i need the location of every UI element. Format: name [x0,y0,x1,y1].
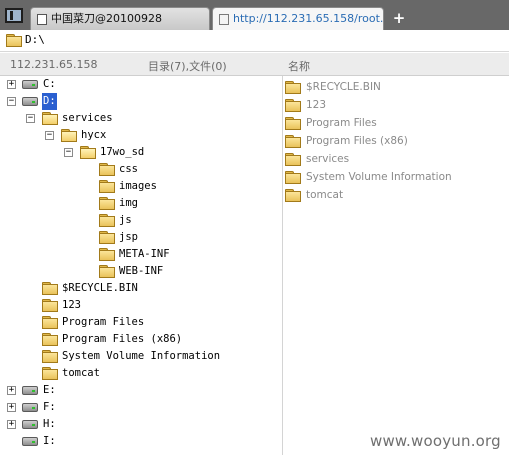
folder-icon [285,189,301,202]
tree-item-label: css [119,163,138,175]
name-column-header[interactable]: 名称 [288,58,310,74]
expand-icon[interactable]: + [7,403,16,412]
path-input[interactable]: D:\ [25,33,45,46]
collapse-icon[interactable]: − [7,97,16,106]
folder-icon [285,135,301,148]
new-tab-button[interactable]: + [388,8,410,28]
tree-item-label: Program Files (x86) [62,333,183,345]
tree-item-label: Program Files [62,316,145,328]
drive-icon [22,437,38,446]
folder-icon [42,333,58,346]
server-ip: 112.231.65.158 [10,58,98,71]
tree-item-label: System Volume Information [62,350,221,362]
collapse-icon[interactable]: − [26,114,35,123]
folder-open-icon [61,129,77,142]
folder-icon [42,316,58,329]
tree-item-label: 123 [62,299,81,311]
folder-icon [99,248,115,261]
list-item[interactable]: 123 [283,96,509,114]
collapse-icon[interactable]: − [64,148,73,157]
tree-item-label: F: [43,401,56,413]
expand-icon[interactable]: + [7,80,16,89]
list-item-label: Program Files [306,117,377,129]
document-icon [219,13,229,25]
tab-root-jsp-label: http://112.231.65.158/root.jsp [233,12,384,25]
tree-item-label: META-INF [119,248,170,260]
tree-item-label: E: [43,384,56,396]
folder-icon [42,350,58,363]
drive-icon [22,80,38,89]
list-item[interactable]: Program Files (x86) [283,132,509,150]
folder-icon [99,180,115,193]
watermark: www.wooyun.org [370,432,501,450]
tree-item-label: img [119,197,138,209]
list-item-label: System Volume Information [306,171,452,183]
list-item[interactable]: System Volume Information [283,168,509,186]
folder-icon [99,163,115,176]
list-item[interactable]: Program Files [283,114,509,132]
folder-icon [42,367,58,380]
page-icon [37,13,47,25]
collapse-icon[interactable]: − [45,131,54,140]
folder-icon [285,99,301,112]
folder-icon [99,231,115,244]
folder-icon [42,282,58,295]
folder-icon [42,299,58,312]
list-item[interactable]: tomcat [283,186,509,204]
drive-icon [22,386,38,395]
tree-item-label: images [119,180,157,192]
folder-icon [99,265,115,278]
list-item[interactable]: $RECYCLE.BIN [283,78,509,96]
folder-icon [99,197,115,210]
folder-icon [99,214,115,227]
folder-open-icon [80,146,96,159]
tree-item-label: I: [43,435,56,447]
list-item-label: Program Files (x86) [306,135,408,147]
folder-icon [285,153,301,166]
tree-item-label: 17wo_sd [100,146,145,158]
tree-item-label: WEB-INF [119,265,164,277]
tree-item-label: tomcat [62,367,100,379]
tab-bar: 中国菜刀@20100928 http://112.231.65.158/root… [0,0,509,30]
tree-item-label: D: [42,93,57,110]
tab-caidao-label: 中国菜刀@20100928 [51,12,162,25]
drive-icon [22,403,38,412]
folder-open-icon [42,112,58,125]
expand-icon[interactable]: + [7,420,16,429]
drive-icon [22,420,38,429]
list-item-label: $RECYCLE.BIN [306,81,381,93]
tree-item-label: $RECYCLE.BIN [62,282,138,294]
window-panel-icon[interactable] [5,8,23,23]
list-header: 112.231.65.158 目录(7),文件(0) 名称 [0,53,509,76]
folder-icon [285,81,301,94]
list-item[interactable]: services [283,150,509,168]
item-counts: 目录(7),文件(0) [148,60,227,73]
tab-root-jsp[interactable]: http://112.231.65.158/root.jsp [212,7,384,30]
expand-icon[interactable]: + [7,386,16,395]
folder-icon [285,117,301,130]
tree-item-label: jsp [119,231,138,243]
list-item-label: services [306,153,350,165]
tree-item-label: services [62,112,113,124]
list-item-label: tomcat [306,189,344,201]
folder-icon [285,171,301,184]
path-bar: D:\ [0,30,509,52]
drive-icon [22,97,38,106]
tree-item-label: hycx [81,129,107,141]
tree-item-label: js [119,214,132,226]
tab-caidao[interactable]: 中国菜刀@20100928 [30,7,210,30]
folder-icon [6,34,22,47]
list-item-label: 123 [306,99,327,111]
tree-item-label: C: [43,78,56,90]
tree-item-label: H: [43,418,56,430]
